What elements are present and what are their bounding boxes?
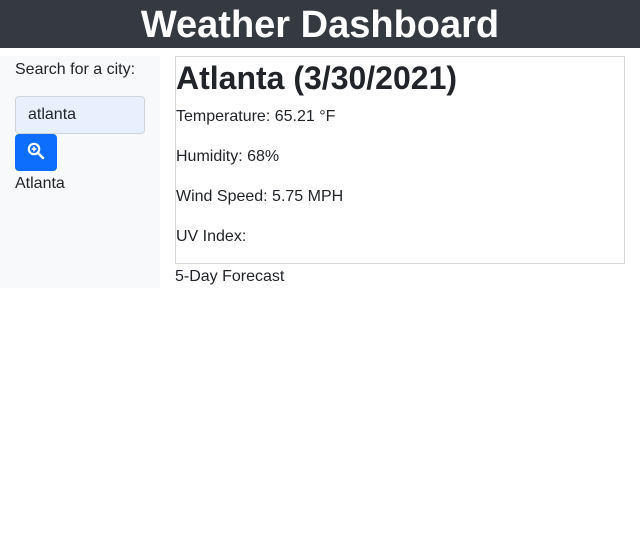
current-city-title: Atlanta (3/30/2021) bbox=[176, 60, 458, 96]
page-title: Weather Dashboard bbox=[140, 4, 500, 46]
temperature-text: Temperature: 65.21 °F bbox=[176, 108, 336, 125]
forecast-heading: 5-Day Forecast bbox=[175, 268, 285, 285]
history-item-atlanta[interactable]: Atlanta bbox=[15, 174, 65, 194]
uv-index-text: UV Index: bbox=[176, 228, 247, 245]
city-search-input[interactable] bbox=[15, 96, 145, 134]
search-label: Search for a city: bbox=[15, 61, 136, 78]
humidity-text: Humidity: 68% bbox=[176, 148, 280, 165]
search-button[interactable] bbox=[15, 134, 57, 171]
search-zoom-icon bbox=[27, 142, 45, 163]
wind-speed-text: Wind Speed: 5.75 MPH bbox=[176, 188, 344, 205]
page-header: Weather Dashboard bbox=[0, 0, 640, 48]
sidebar: Search for a city: Atlanta bbox=[0, 56, 160, 288]
current-weather-card: Atlanta (3/30/2021) Temperature: 65.21 °… bbox=[175, 56, 625, 264]
